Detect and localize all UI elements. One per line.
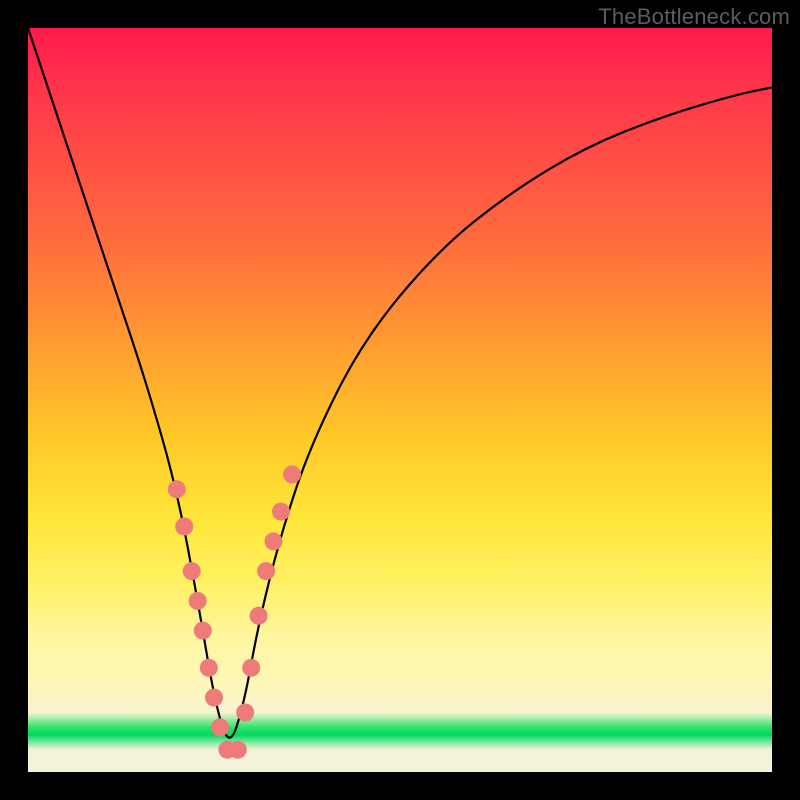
watermark-text: TheBottleneck.com	[598, 4, 790, 30]
data-point	[242, 659, 260, 677]
data-point	[265, 532, 283, 550]
chart-frame: TheBottleneck.com	[0, 0, 800, 800]
data-point	[183, 562, 201, 580]
data-point	[175, 518, 193, 536]
data-point	[229, 741, 247, 759]
data-point	[236, 704, 254, 722]
plot-area	[28, 28, 772, 772]
data-point	[250, 607, 268, 625]
data-point	[205, 689, 223, 707]
data-markers	[168, 465, 301, 758]
data-point	[194, 622, 212, 640]
data-point	[283, 465, 301, 483]
bottleneck-curve	[28, 28, 772, 738]
data-point	[168, 480, 186, 498]
data-point	[189, 592, 207, 610]
data-point	[272, 503, 290, 521]
curve-layer	[28, 28, 772, 772]
data-point	[200, 659, 218, 677]
data-point	[257, 562, 275, 580]
data-point	[211, 718, 229, 736]
